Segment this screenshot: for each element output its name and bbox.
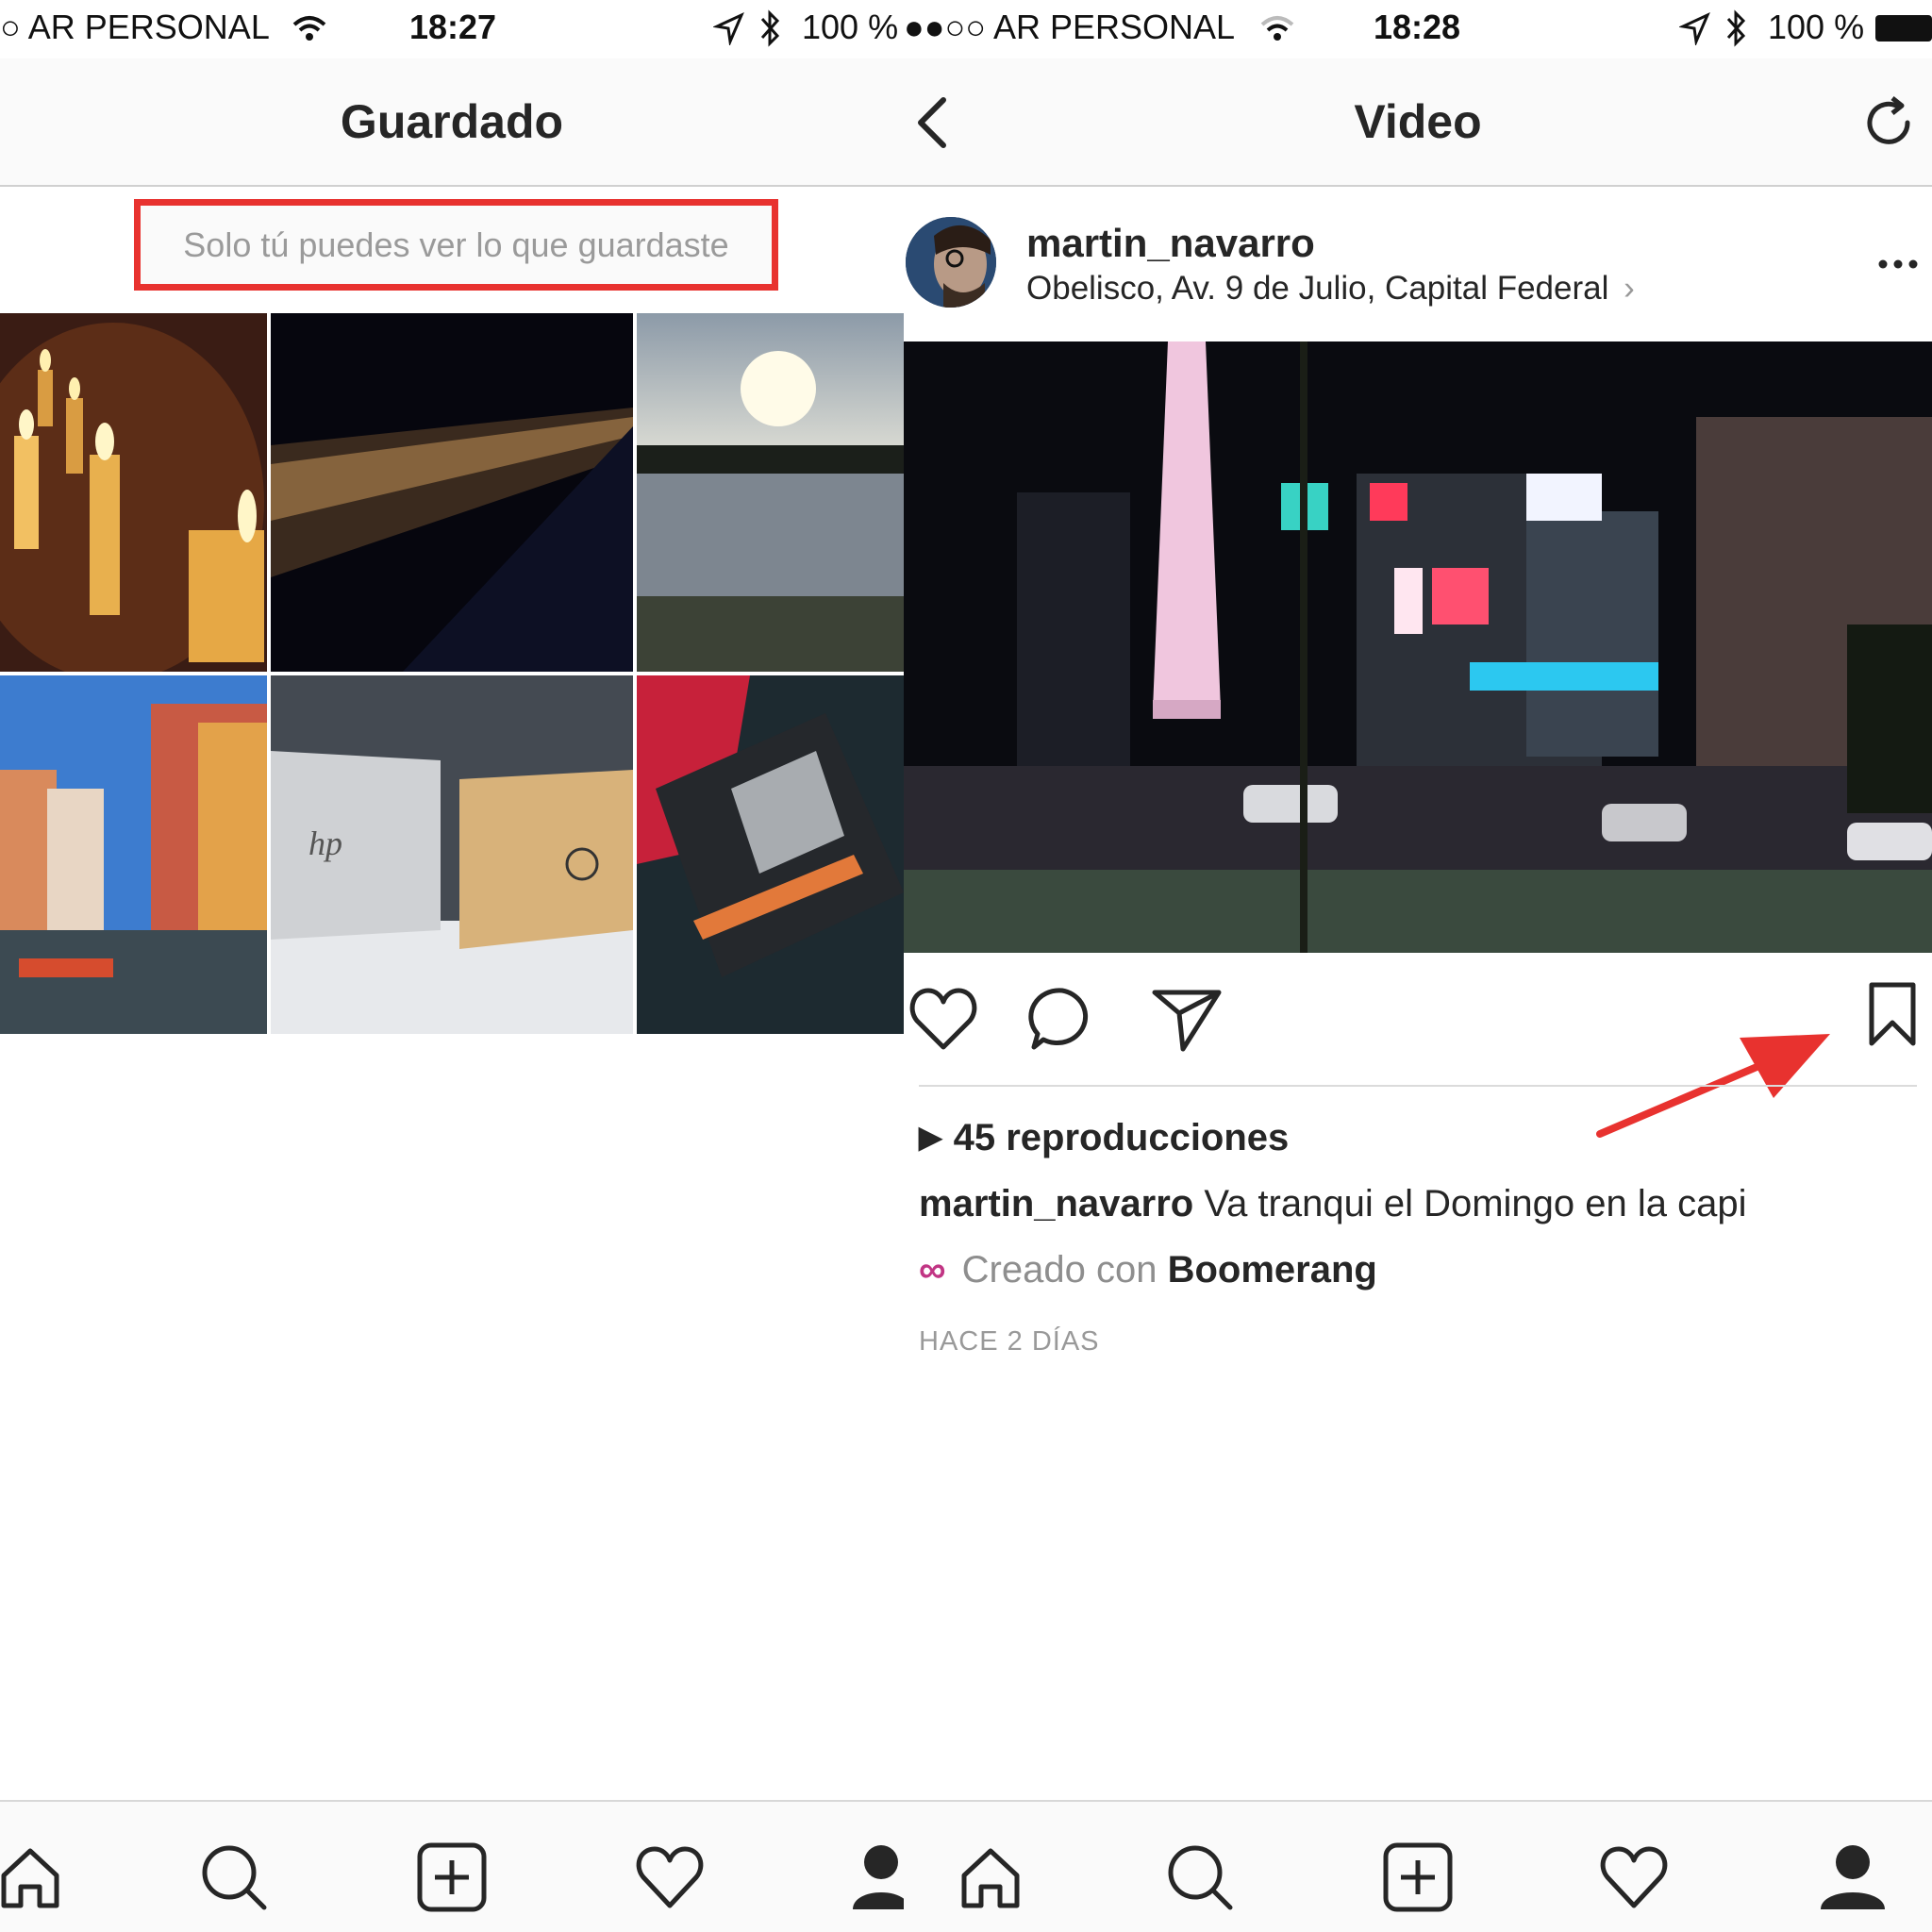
location-label: Obelisco, Av. 9 de Julio, Capital Federa… xyxy=(1026,270,1609,307)
clock: 18:27 xyxy=(409,8,497,46)
saved-screen: ○ AR PERSONAL 18:27 100 % Guardado Solo … xyxy=(0,0,904,1932)
tab-add[interactable] xyxy=(414,1840,490,1915)
tab-bar xyxy=(0,1800,904,1932)
tab-home[interactable] xyxy=(953,1840,1028,1915)
chevron-right-icon: › xyxy=(1624,270,1635,307)
svg-text:hp: hp xyxy=(308,824,342,862)
candles-photo[interactable] xyxy=(0,313,267,672)
status-bar: ○ AR PERSONAL 18:27 100 % xyxy=(0,0,904,58)
post-header: martin_navarro Obelisco, Av. 9 de Julio,… xyxy=(904,217,1932,311)
add-icon xyxy=(1383,1842,1453,1912)
wifi-icon xyxy=(292,16,326,41)
status-bar: ●●○○ AR PERSONAL 18:28 100 % xyxy=(904,0,1932,58)
caption-text: Va tranqui el Domingo en la capi xyxy=(1204,1183,1747,1224)
tab-search[interactable] xyxy=(196,1840,272,1915)
tab-add[interactable] xyxy=(1380,1840,1456,1915)
search-icon xyxy=(1168,1845,1233,1910)
battery-label: 100 % xyxy=(802,8,899,46)
bluetooth-icon xyxy=(1726,9,1746,47)
nav-bar: Guardado xyxy=(0,58,904,187)
heart-icon xyxy=(636,1846,704,1908)
post-username[interactable]: martin_navarro xyxy=(1026,221,1315,266)
carrier-label: ●●○○ AR PERSONAL xyxy=(904,8,1236,46)
page-title: Guardado xyxy=(340,95,564,148)
like-heart-icon[interactable] xyxy=(908,985,979,1053)
tab-activity[interactable] xyxy=(632,1840,708,1915)
city-lights-photo[interactable] xyxy=(271,313,633,672)
more-options-icon[interactable] xyxy=(1875,255,1921,274)
annotation-arrow xyxy=(1596,1034,1830,1138)
tab-search[interactable] xyxy=(1162,1840,1238,1915)
views-label: 45 reproducciones xyxy=(953,1117,1290,1158)
tab-bar xyxy=(904,1800,1932,1932)
comment-icon[interactable] xyxy=(1028,985,1096,1053)
battery-label: 100 % xyxy=(1768,8,1865,46)
search-icon xyxy=(202,1845,267,1910)
colorful-town-photo[interactable] xyxy=(0,675,267,1034)
page-title: Video xyxy=(1354,95,1482,148)
boomerang-link[interactable]: Boomerang xyxy=(1168,1249,1377,1291)
home-icon xyxy=(961,1848,1020,1908)
private-notice: Solo tú puedes ver lo que guardaste xyxy=(134,199,778,291)
bluetooth-icon xyxy=(760,9,780,47)
refresh-icon[interactable] xyxy=(1862,94,1919,151)
location-arrow-icon xyxy=(1679,12,1710,45)
home-icon xyxy=(1,1848,59,1908)
battery-icon xyxy=(1875,15,1932,42)
wifi-icon xyxy=(1260,16,1294,41)
post-video[interactable] xyxy=(904,341,1932,953)
location-arrow-icon xyxy=(713,12,744,45)
heart-icon xyxy=(1600,1846,1668,1908)
play-icon: ▶ xyxy=(919,1120,942,1154)
share-icon[interactable] xyxy=(1151,985,1223,1053)
boomerang-credit: ∞ Creado con Boomerang xyxy=(919,1249,1377,1291)
caption: martin_navarro Va tranqui el Domingo en … xyxy=(919,1183,1747,1225)
sunset-lake-photo[interactable] xyxy=(637,313,904,672)
nav-bar: Video xyxy=(904,58,1932,187)
views-count[interactable]: ▶ 45 reproducciones xyxy=(919,1117,1289,1159)
infinity-icon: ∞ xyxy=(919,1249,946,1291)
post-location[interactable]: Obelisco, Av. 9 de Julio, Capital Federa… xyxy=(1026,270,1635,308)
post-timestamp: HACE 2 DÍAS xyxy=(919,1326,1100,1357)
tab-profile[interactable] xyxy=(1815,1840,1890,1915)
add-icon xyxy=(417,1842,487,1912)
profile-icon xyxy=(853,1845,904,1909)
samsung-ssd-photo[interactable] xyxy=(637,675,904,1034)
clock: 18:28 xyxy=(1374,8,1461,46)
laptops-photo[interactable]: hp xyxy=(271,675,633,1034)
divider xyxy=(919,1085,1917,1087)
video-screen: ●●○○ AR PERSONAL 18:28 100 % Video marti… xyxy=(904,0,1932,1932)
profile-icon xyxy=(1821,1845,1885,1909)
created-prefix: Creado con xyxy=(961,1249,1158,1291)
caption-username[interactable]: martin_navarro xyxy=(919,1183,1193,1224)
carrier-label: ○ AR PERSONAL xyxy=(0,8,270,46)
tab-activity[interactable] xyxy=(1596,1840,1672,1915)
tab-home[interactable] xyxy=(0,1840,68,1915)
avatar[interactable] xyxy=(906,217,996,308)
tab-profile[interactable] xyxy=(847,1840,904,1915)
save-bookmark-icon[interactable] xyxy=(1866,981,1919,1049)
